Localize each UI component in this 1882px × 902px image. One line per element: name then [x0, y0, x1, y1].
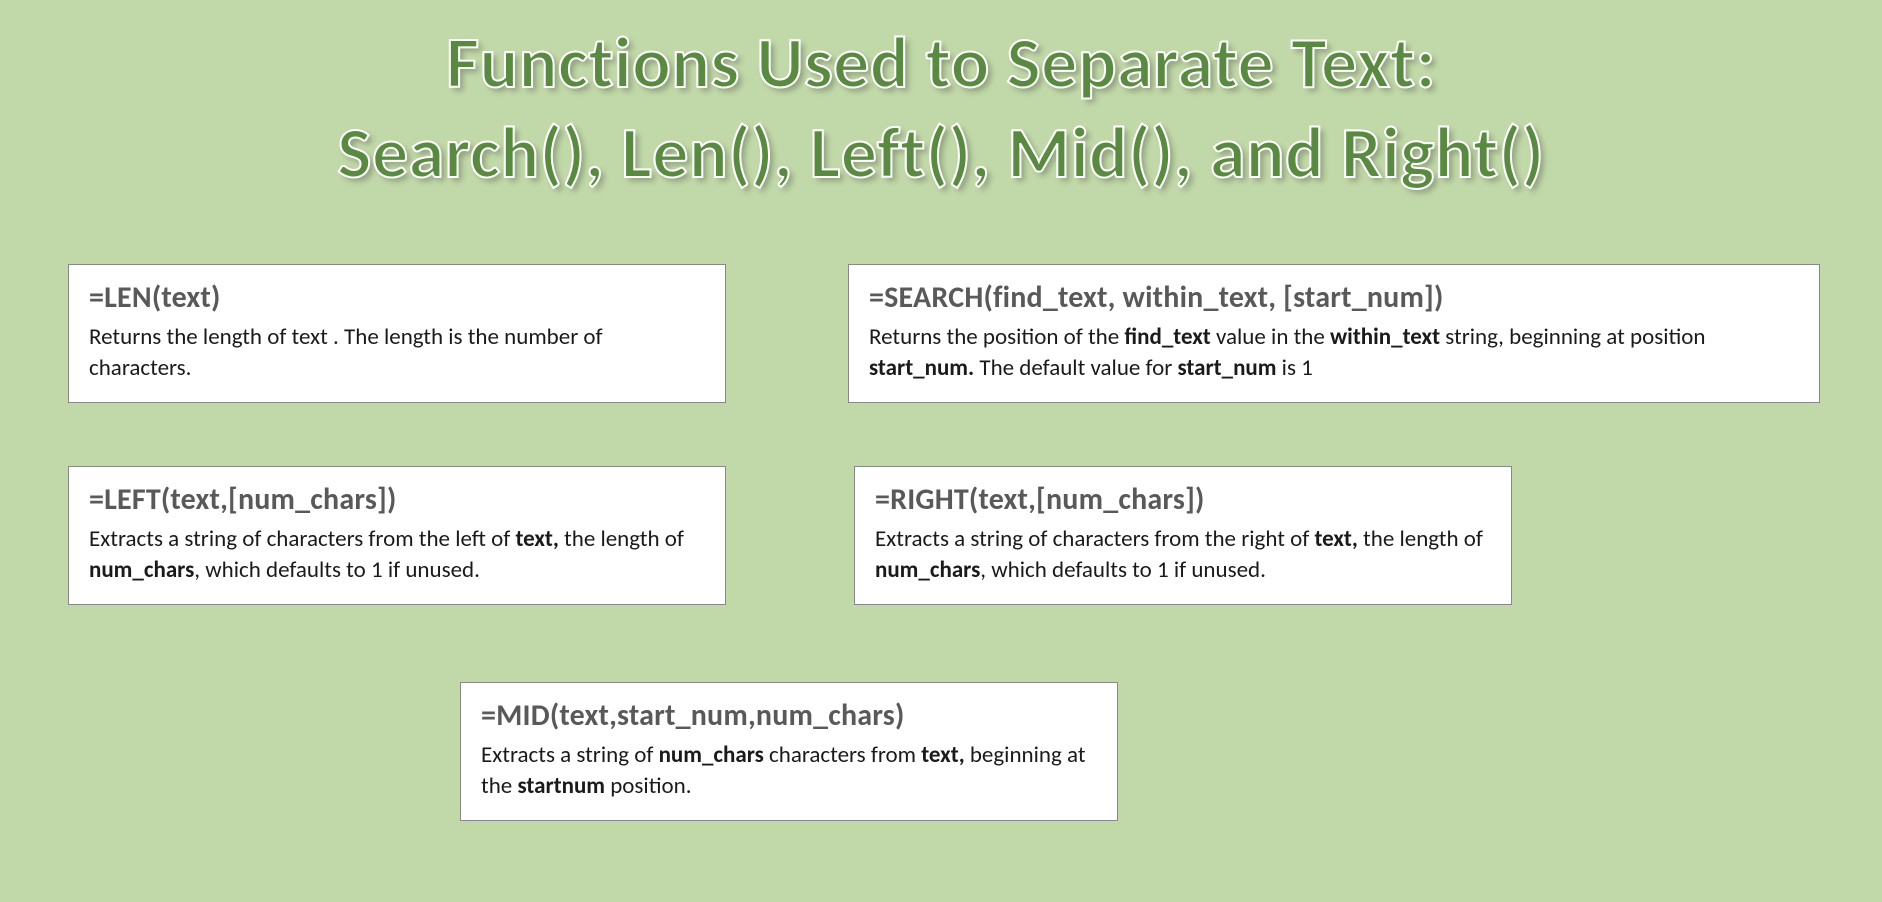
mid-heading: =MID(text,start_num,num_chars): [481, 697, 1097, 734]
term-start-num: start_num.: [869, 354, 974, 382]
right-desc: Extracts a string of characters from the…: [875, 524, 1491, 586]
search-heading: =SEARCH(find_text, within_text, [start_n…: [869, 279, 1799, 316]
term-num-chars: num_chars: [875, 556, 980, 584]
card-search: =SEARCH(find_text, within_text, [start_n…: [848, 264, 1820, 403]
text-fragment: is 1: [1276, 354, 1312, 382]
term-text: text,: [1314, 525, 1357, 553]
card-left: =LEFT(text,[num_chars]) Extracts a strin…: [68, 466, 726, 605]
term-num-chars: num_chars: [659, 741, 764, 769]
text-fragment: , which defaults to 1 if unused.: [194, 556, 480, 584]
term-startnum: startnum: [517, 772, 605, 800]
text-fragment: Extracts a string of: [481, 741, 659, 769]
text-fragment: The default value for: [974, 354, 1177, 382]
term-text: text,: [515, 525, 558, 553]
slide-title: Functions Used to Separate Text: Search(…: [0, 0, 1882, 198]
title-line-2: Search(), Len(), Left(), Mid(), and Righ…: [337, 109, 1544, 197]
text-fragment: Extracts a string of characters from the…: [89, 525, 515, 553]
search-desc: Returns the position of the find_text va…: [869, 322, 1799, 384]
text-fragment: Extracts a string of characters from the…: [875, 525, 1314, 553]
text-fragment: value in the: [1211, 323, 1330, 351]
term-start-num: start_num: [1177, 354, 1276, 382]
text-fragment: , which defaults to 1 if unused.: [980, 556, 1266, 584]
card-mid: =MID(text,start_num,num_chars) Extracts …: [460, 682, 1118, 821]
term-find-text: find_text: [1124, 323, 1210, 351]
term-num-chars: num_chars: [89, 556, 194, 584]
text-fragment: characters from: [764, 741, 921, 769]
mid-desc: Extracts a string of num_chars character…: [481, 740, 1097, 802]
card-right: =RIGHT(text,[num_chars]) Extracts a stri…: [854, 466, 1512, 605]
left-desc: Extracts a string of characters from the…: [89, 524, 705, 586]
term-within-text: within_text: [1330, 323, 1440, 351]
left-heading: =LEFT(text,[num_chars]): [89, 481, 705, 518]
term-text: text,: [921, 741, 964, 769]
card-len: =LEN(text) Returns the length of text . …: [68, 264, 726, 403]
right-heading: =RIGHT(text,[num_chars]): [875, 481, 1491, 518]
len-heading: =LEN(text): [89, 279, 705, 316]
text-fragment: position.: [605, 772, 692, 800]
text-fragment: the length of: [559, 525, 684, 553]
text-fragment: string, beginning at position: [1440, 323, 1705, 351]
text-fragment: Returns the position of the: [869, 323, 1124, 351]
text-fragment: the length of: [1358, 525, 1483, 553]
title-line-1: Functions Used to Separate Text:: [446, 19, 1436, 107]
len-desc: Returns the length of text . The length …: [89, 322, 705, 384]
